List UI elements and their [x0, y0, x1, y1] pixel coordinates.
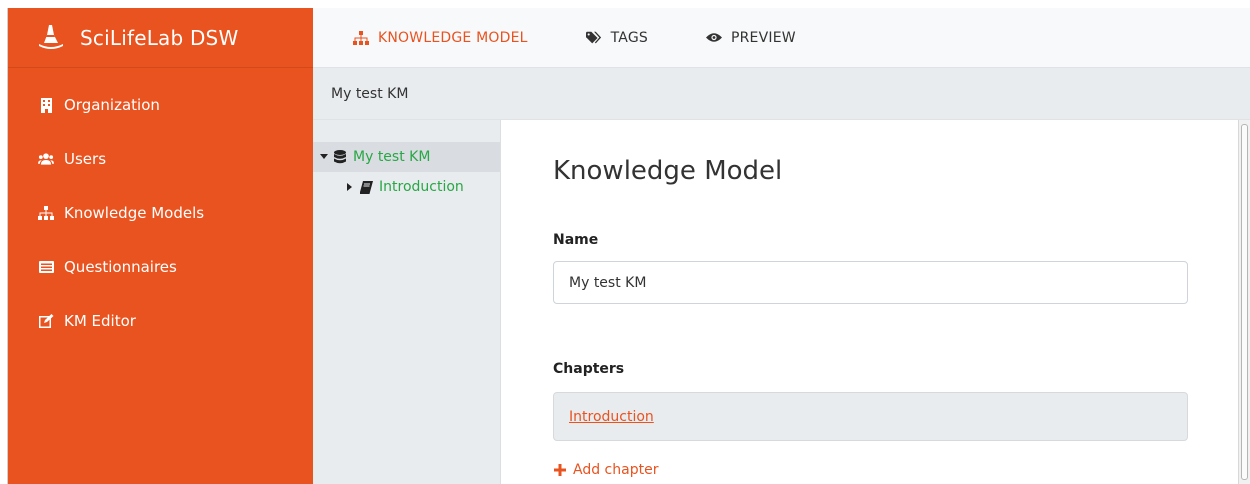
- brand-header[interactable]: SciLifeLab DSW: [8, 8, 313, 68]
- sitemap-icon: [353, 30, 369, 46]
- list-alt-icon: [38, 259, 54, 275]
- top-nav: KNOWLEDGE MODEL TAGS PREVIEW: [313, 8, 1250, 68]
- book-icon: [359, 180, 373, 194]
- name-input[interactable]: [553, 261, 1188, 304]
- chapters-label: Chapters: [553, 361, 625, 377]
- wizard-hat-logo-icon: [39, 24, 63, 49]
- chapter-link-introduction[interactable]: Introduction: [569, 409, 654, 425]
- tab-label: TAGS: [610, 29, 648, 46]
- breadcrumb-title: My test KM: [331, 85, 409, 102]
- tab-knowledge-model[interactable]: KNOWLEDGE MODEL: [353, 30, 528, 46]
- add-chapter-label: Add chapter: [573, 462, 659, 478]
- chapters-list: Introduction: [553, 392, 1188, 441]
- sidebar: SciLifeLab DSW Organization Users Knowle…: [8, 8, 313, 484]
- caret-right-icon[interactable]: [345, 182, 355, 192]
- sidebar-item-label: KM Editor: [64, 312, 136, 330]
- editor-content: Knowledge Model Name Chapters Introducti…: [501, 120, 1238, 484]
- sidebar-menu: Organization Users Knowledge Models Ques…: [8, 68, 313, 348]
- tab-label: PREVIEW: [730, 29, 796, 46]
- page-title: Knowledge Model: [553, 156, 783, 186]
- tree-item-chapter[interactable]: Introduction: [313, 172, 500, 202]
- eye-icon: [705, 30, 722, 46]
- window-left-edge: [0, 8, 8, 484]
- caret-down-icon[interactable]: [319, 152, 329, 162]
- tab-label: KNOWLEDGE MODEL: [378, 29, 528, 46]
- plus-icon: [553, 463, 567, 477]
- users-icon: [38, 151, 54, 167]
- tree-item-root[interactable]: My test KM: [313, 142, 500, 172]
- tree-item-label: My test KM: [353, 149, 431, 165]
- sitemap-icon: [38, 205, 54, 221]
- tab-tags[interactable]: TAGS: [585, 29, 648, 46]
- name-label: Name: [553, 232, 599, 248]
- window-top-edge: [0, 0, 1250, 8]
- tags-icon: [585, 30, 602, 46]
- vertical-scrollbar[interactable]: [1238, 120, 1250, 484]
- tree-item-label: Introduction: [379, 179, 464, 195]
- sidebar-item-label: Organization: [64, 96, 160, 114]
- edit-icon: [38, 313, 54, 329]
- building-icon: [38, 97, 54, 113]
- sidebar-item-label: Questionnaires: [64, 258, 177, 276]
- app-window: SciLifeLab DSW Organization Users Knowle…: [0, 0, 1250, 484]
- sidebar-item-organization[interactable]: Organization: [8, 78, 313, 132]
- database-icon: [333, 150, 347, 164]
- sidebar-item-users[interactable]: Users: [8, 132, 313, 186]
- breadcrumb: My test KM: [313, 68, 1250, 120]
- scrollbar-thumb[interactable]: [1241, 124, 1248, 480]
- sidebar-item-knowledge-models[interactable]: Knowledge Models: [8, 186, 313, 240]
- sidebar-item-label: Knowledge Models: [64, 204, 205, 222]
- sidebar-item-label: Users: [64, 150, 107, 168]
- km-tree-panel: My test KM Introduction: [313, 120, 501, 484]
- tab-preview[interactable]: PREVIEW: [705, 29, 796, 46]
- sidebar-item-km-editor[interactable]: KM Editor: [8, 294, 313, 348]
- sidebar-item-questionnaires[interactable]: Questionnaires: [8, 240, 313, 294]
- add-chapter-button[interactable]: Add chapter: [553, 462, 658, 478]
- brand-name: SciLifeLab DSW: [80, 25, 239, 50]
